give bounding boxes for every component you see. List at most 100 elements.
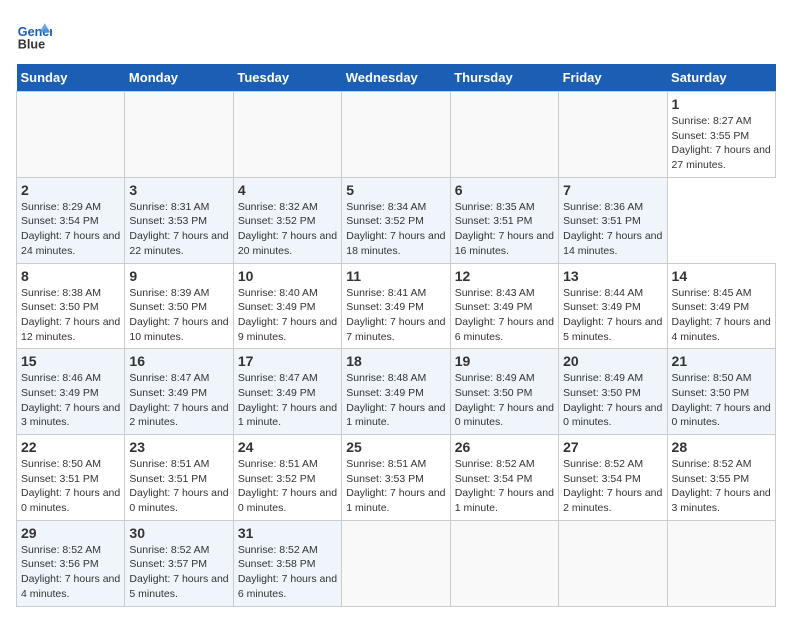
daylight: Daylight: 7 hours and 0 minutes. <box>238 486 337 515</box>
daylight: Daylight: 7 hours and 4 minutes. <box>672 315 771 344</box>
day-number: 22 <box>21 439 120 455</box>
day-header-monday: Monday <box>125 64 233 92</box>
day-number: 5 <box>346 182 445 198</box>
sunrise: Sunrise: 8:50 AM <box>21 457 120 472</box>
daylight: Daylight: 7 hours and 3 minutes. <box>21 401 120 430</box>
calendar-cell: 15 Sunrise: 8:46 AM Sunset: 3:49 PM Dayl… <box>17 349 125 435</box>
cell-info: Sunrise: 8:51 AM Sunset: 3:53 PM Dayligh… <box>346 457 445 516</box>
sunset: Sunset: 3:49 PM <box>21 386 120 401</box>
sunset: Sunset: 3:51 PM <box>455 214 554 229</box>
cell-info: Sunrise: 8:52 AM Sunset: 3:58 PM Dayligh… <box>238 543 337 602</box>
cell-info: Sunrise: 8:49 AM Sunset: 3:50 PM Dayligh… <box>563 371 662 430</box>
daylight: Daylight: 7 hours and 0 minutes. <box>455 401 554 430</box>
day-number: 18 <box>346 353 445 369</box>
cell-info: Sunrise: 8:38 AM Sunset: 3:50 PM Dayligh… <box>21 286 120 345</box>
daylight: Daylight: 7 hours and 0 minutes. <box>129 486 228 515</box>
daylight: Daylight: 7 hours and 1 minute. <box>346 401 445 430</box>
cell-info: Sunrise: 8:45 AM Sunset: 3:49 PM Dayligh… <box>672 286 771 345</box>
cell-info: Sunrise: 8:46 AM Sunset: 3:49 PM Dayligh… <box>21 371 120 430</box>
calendar-cell <box>125 92 233 178</box>
cell-info: Sunrise: 8:47 AM Sunset: 3:49 PM Dayligh… <box>238 371 337 430</box>
calendar-cell: 17 Sunrise: 8:47 AM Sunset: 3:49 PM Dayl… <box>233 349 341 435</box>
sunrise: Sunrise: 8:43 AM <box>455 286 554 301</box>
calendar-cell <box>450 520 558 606</box>
daylight: Daylight: 7 hours and 12 minutes. <box>21 315 120 344</box>
calendar-cell: 28 Sunrise: 8:52 AM Sunset: 3:55 PM Dayl… <box>667 435 775 521</box>
daylight: Daylight: 7 hours and 9 minutes. <box>238 315 337 344</box>
daylight: Daylight: 7 hours and 24 minutes. <box>21 229 120 258</box>
day-number: 15 <box>21 353 120 369</box>
cell-info: Sunrise: 8:50 AM Sunset: 3:50 PM Dayligh… <box>672 371 771 430</box>
day-number: 4 <box>238 182 337 198</box>
daylight: Daylight: 7 hours and 3 minutes. <box>672 486 771 515</box>
daylight: Daylight: 7 hours and 22 minutes. <box>129 229 228 258</box>
day-header-sunday: Sunday <box>17 64 125 92</box>
daylight: Daylight: 7 hours and 1 minute. <box>238 401 337 430</box>
sunrise: Sunrise: 8:27 AM <box>672 114 771 129</box>
daylight: Daylight: 7 hours and 4 minutes. <box>21 572 120 601</box>
sunset: Sunset: 3:50 PM <box>455 386 554 401</box>
daylight: Daylight: 7 hours and 0 minutes. <box>672 401 771 430</box>
calendar-cell: 23 Sunrise: 8:51 AM Sunset: 3:51 PM Dayl… <box>125 435 233 521</box>
calendar-cell: 30 Sunrise: 8:52 AM Sunset: 3:57 PM Dayl… <box>125 520 233 606</box>
sunrise: Sunrise: 8:29 AM <box>21 200 120 215</box>
cell-info: Sunrise: 8:47 AM Sunset: 3:49 PM Dayligh… <box>129 371 228 430</box>
calendar-cell: 20 Sunrise: 8:49 AM Sunset: 3:50 PM Dayl… <box>559 349 667 435</box>
sunrise: Sunrise: 8:48 AM <box>346 371 445 386</box>
daylight: Daylight: 7 hours and 7 minutes. <box>346 315 445 344</box>
sunset: Sunset: 3:57 PM <box>129 557 228 572</box>
sunset: Sunset: 3:49 PM <box>563 300 662 315</box>
calendar-cell <box>17 92 125 178</box>
daylight: Daylight: 7 hours and 1 minute. <box>455 486 554 515</box>
sunrise: Sunrise: 8:36 AM <box>563 200 662 215</box>
sunset: Sunset: 3:50 PM <box>129 300 228 315</box>
daylight: Daylight: 7 hours and 2 minutes. <box>563 486 662 515</box>
calendar-cell: 21 Sunrise: 8:50 AM Sunset: 3:50 PM Dayl… <box>667 349 775 435</box>
sunset: Sunset: 3:49 PM <box>346 300 445 315</box>
sunset: Sunset: 3:52 PM <box>238 214 337 229</box>
sunrise: Sunrise: 8:32 AM <box>238 200 337 215</box>
sunset: Sunset: 3:49 PM <box>672 300 771 315</box>
sunrise: Sunrise: 8:31 AM <box>129 200 228 215</box>
sunrise: Sunrise: 8:52 AM <box>672 457 771 472</box>
day-number: 29 <box>21 525 120 541</box>
page-header: General Blue <box>16 16 776 52</box>
cell-info: Sunrise: 8:36 AM Sunset: 3:51 PM Dayligh… <box>563 200 662 259</box>
calendar-cell: 1 Sunrise: 8:27 AM Sunset: 3:55 PM Dayli… <box>667 92 775 178</box>
week-row: 1 Sunrise: 8:27 AM Sunset: 3:55 PM Dayli… <box>17 92 776 178</box>
day-number: 28 <box>672 439 771 455</box>
week-row: 29 Sunrise: 8:52 AM Sunset: 3:56 PM Dayl… <box>17 520 776 606</box>
calendar-cell: 25 Sunrise: 8:51 AM Sunset: 3:53 PM Dayl… <box>342 435 450 521</box>
cell-info: Sunrise: 8:29 AM Sunset: 3:54 PM Dayligh… <box>21 200 120 259</box>
sunrise: Sunrise: 8:47 AM <box>238 371 337 386</box>
daylight: Daylight: 7 hours and 20 minutes. <box>238 229 337 258</box>
cell-info: Sunrise: 8:52 AM Sunset: 3:55 PM Dayligh… <box>672 457 771 516</box>
calendar-cell: 3 Sunrise: 8:31 AM Sunset: 3:53 PM Dayli… <box>125 177 233 263</box>
sunset: Sunset: 3:51 PM <box>129 472 228 487</box>
day-header-saturday: Saturday <box>667 64 775 92</box>
sunset: Sunset: 3:51 PM <box>21 472 120 487</box>
sunset: Sunset: 3:52 PM <box>238 472 337 487</box>
day-number: 30 <box>129 525 228 541</box>
cell-info: Sunrise: 8:40 AM Sunset: 3:49 PM Dayligh… <box>238 286 337 345</box>
calendar-cell: 14 Sunrise: 8:45 AM Sunset: 3:49 PM Dayl… <box>667 263 775 349</box>
sunrise: Sunrise: 8:51 AM <box>129 457 228 472</box>
calendar-cell <box>559 520 667 606</box>
day-number: 31 <box>238 525 337 541</box>
day-number: 27 <box>563 439 662 455</box>
sunrise: Sunrise: 8:38 AM <box>21 286 120 301</box>
cell-info: Sunrise: 8:39 AM Sunset: 3:50 PM Dayligh… <box>129 286 228 345</box>
day-number: 7 <box>563 182 662 198</box>
calendar-cell: 29 Sunrise: 8:52 AM Sunset: 3:56 PM Dayl… <box>17 520 125 606</box>
sunrise: Sunrise: 8:52 AM <box>129 543 228 558</box>
sunset: Sunset: 3:54 PM <box>563 472 662 487</box>
calendar-cell: 10 Sunrise: 8:40 AM Sunset: 3:49 PM Dayl… <box>233 263 341 349</box>
sunrise: Sunrise: 8:41 AM <box>346 286 445 301</box>
day-number: 2 <box>21 182 120 198</box>
sunrise: Sunrise: 8:49 AM <box>563 371 662 386</box>
sunrise: Sunrise: 8:40 AM <box>238 286 337 301</box>
day-number: 24 <box>238 439 337 455</box>
day-number: 9 <box>129 268 228 284</box>
cell-info: Sunrise: 8:44 AM Sunset: 3:49 PM Dayligh… <box>563 286 662 345</box>
calendar-cell: 22 Sunrise: 8:50 AM Sunset: 3:51 PM Dayl… <box>17 435 125 521</box>
